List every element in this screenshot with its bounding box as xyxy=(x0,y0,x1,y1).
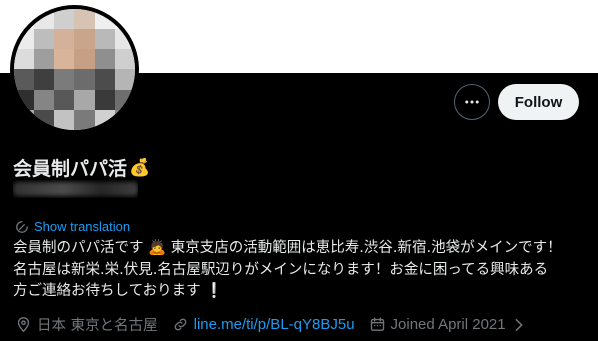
translate-icon xyxy=(16,220,28,233)
link-icon xyxy=(174,318,186,331)
location: 日本 東京と名古屋 xyxy=(15,314,158,335)
joined-text: Joined April 2021 xyxy=(390,316,506,333)
follow-button[interactable]: Follow xyxy=(498,84,579,120)
location-pin-icon xyxy=(17,317,30,333)
profile-meta: 日本 東京と名古屋 line.me/ti/p/BL-qY8BJ5u Joined… xyxy=(15,314,539,335)
bio-line: 会員制のパパ活です 🙇 東京支店の活動範囲は恵比寿.渋谷.新宿.池袋がメインです… xyxy=(13,240,562,256)
website[interactable]: line.me/ti/p/BL-qY8BJ5u xyxy=(172,316,355,333)
profile-bio: 会員制のパパ活です 🙇 東京支店の活動範囲は恵比寿.渋谷.新宿.池袋がメインです… xyxy=(13,238,588,303)
chevron-right-icon xyxy=(515,318,523,331)
bio-line: 方ご連絡お待ちしております ❕ xyxy=(13,283,224,299)
avatar-pixelated-image xyxy=(14,9,135,130)
money-bag-emoji: 💰 xyxy=(129,157,151,178)
avatar[interactable] xyxy=(10,5,139,134)
show-translation-link[interactable]: Show translation xyxy=(15,219,130,234)
show-translation-label[interactable]: Show translation xyxy=(34,219,130,234)
calendar-icon xyxy=(370,317,384,331)
more-options-button[interactable] xyxy=(454,84,490,120)
display-name-text: 会員制パパ活 xyxy=(13,158,128,180)
handle-redacted xyxy=(13,180,138,198)
display-name: 会員制パパ活 💰 xyxy=(13,154,150,181)
join-date[interactable]: Joined April 2021 xyxy=(369,316,525,333)
location-text: 日本 東京と名古屋 xyxy=(37,318,158,334)
more-horizontal-icon xyxy=(465,100,479,104)
website-link[interactable]: line.me/ti/p/BL-qY8BJ5u xyxy=(194,316,355,333)
bio-line: 名古屋は新栄.栄.伏見.名古屋駅辺りがメインになります！お金に困ってる興味ある xyxy=(13,261,549,278)
redaction-blur xyxy=(13,182,138,196)
